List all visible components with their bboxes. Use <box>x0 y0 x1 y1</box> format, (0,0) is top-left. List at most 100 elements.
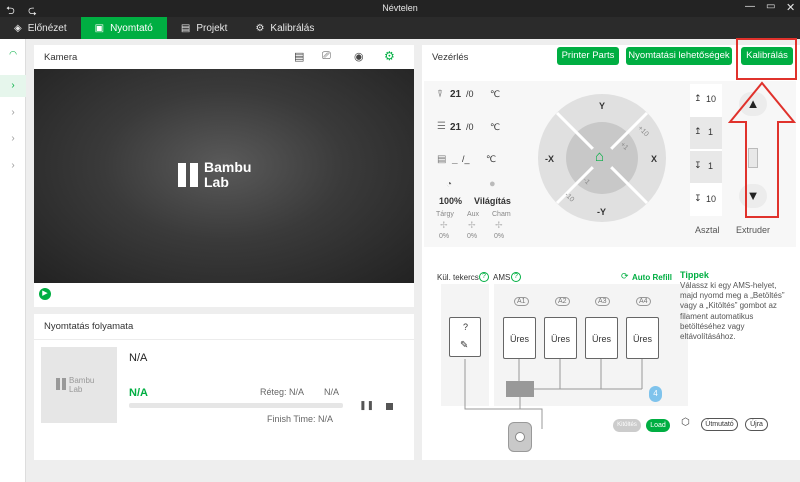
toolhead-icon <box>508 422 532 452</box>
nozzle-target: /0 <box>466 89 474 99</box>
camera-view: Bambu Lab <box>34 69 414 283</box>
nozzle-unit: ℃ <box>490 89 501 99</box>
device-sidebar: ◠ › › › › <box>0 39 26 482</box>
layers-icon: ◈ <box>14 22 22 34</box>
slot-a2-tag: A2 <box>555 297 570 306</box>
z-up-1-button[interactable]: ↥ 1 <box>690 117 722 149</box>
ams-help-icon[interactable]: ? <box>511 272 521 282</box>
external-spool-help-icon[interactable]: ? <box>479 272 489 282</box>
layer-label: Réteg: N/A <box>260 387 305 397</box>
ams-slot-a3[interactable]: Üres <box>585 317 618 359</box>
control-panel: Vezérlés Printer Parts Nyomtatási lehető… <box>422 38 800 460</box>
thumbnail-logo-icon <box>56 378 66 390</box>
ams-slot-a4[interactable]: Üres <box>626 317 659 359</box>
close-button[interactable]: ✕ <box>786 1 795 14</box>
job-status: N/A <box>129 387 148 399</box>
extruder-label: Extruder <box>736 225 771 235</box>
external-spool-slot[interactable]: ? ✎ <box>449 317 481 357</box>
tips-text: Válassz ki egy AMS-helyet, majd nyomd me… <box>680 281 785 342</box>
highlight-arrow <box>727 81 797 218</box>
print-options-button[interactable]: Nyomtatási lehetőségek <box>626 47 732 65</box>
sidebar-item-device-3[interactable]: › <box>0 128 26 150</box>
fan-aux-value: 0% <box>467 233 478 240</box>
fan-chamber-label: Cham <box>492 211 511 218</box>
home-icon[interactable]: ⌂ <box>595 148 604 165</box>
light-icon[interactable]: ● <box>489 178 496 190</box>
auto-refill-button[interactable]: Auto Refill <box>632 273 672 282</box>
ams-slot-a2[interactable]: Üres <box>544 317 577 359</box>
z-up-1-label: 1 <box>708 127 714 137</box>
camera-header: Kamera ▤ ⎚ ◉ ⚙ <box>34 45 414 71</box>
bed-unit: ℃ <box>490 122 501 132</box>
guide-button[interactable]: Útmutató <box>701 418 738 431</box>
fan-part-icon[interactable]: ✢ <box>440 220 448 231</box>
fan-aux-icon[interactable]: ✢ <box>468 220 476 231</box>
fan-part-value: 0% <box>439 233 450 240</box>
z-down-1-button[interactable]: ↧ 1 <box>690 151 722 183</box>
slot-label: Üres <box>632 334 652 344</box>
tips-title: Tippek <box>680 270 709 280</box>
tab-project[interactable]: ▤ Projekt <box>167 17 242 39</box>
camera-settings-icon[interactable]: ⚙ <box>384 49 395 63</box>
arrow-down-icon: ↧ <box>694 193 702 203</box>
play-button[interactable]: ▶ <box>39 288 51 300</box>
chamber-icon: ▤ <box>437 154 447 165</box>
z-down-10-button[interactable]: ↧ 10 <box>690 184 722 216</box>
title-bar: ⮌ ⮎ Névtelen — ▭ ✕ <box>0 0 800 17</box>
layer-value: N/A <box>324 387 340 397</box>
bambu-logo-icon <box>178 163 198 187</box>
ams-slot-a1[interactable]: Üres <box>503 317 536 359</box>
sidebar-item-device-1[interactable]: › <box>0 75 26 97</box>
bed-temp: 21 <box>450 122 462 133</box>
printer-parts-button[interactable]: Printer Parts <box>557 47 619 65</box>
light-label: Világítás <box>474 196 511 206</box>
camera-title: Kamera <box>44 52 78 63</box>
z-up-10-label: 10 <box>706 94 717 104</box>
minimize-button[interactable]: — <box>745 1 755 12</box>
sd-card-icon[interactable]: ▤ <box>294 50 304 63</box>
gear-icon: ⚙ <box>255 22 265 34</box>
jog-y-minus[interactable]: -Y <box>597 207 606 217</box>
control-title: Vezérlés <box>432 52 469 63</box>
thumbnail-logo-line1: Bambu <box>69 376 95 385</box>
unload-button[interactable]: Kitöltés <box>613 419 641 432</box>
retry-button[interactable]: Újra <box>745 418 768 431</box>
stop-button[interactable] <box>386 403 393 410</box>
pen-icon[interactable]: ✎ <box>460 340 468 351</box>
jog-x-plus[interactable]: X <box>651 154 657 164</box>
tab-bar: ◈ Előnézet ▣ Nyomtató ▤ Projekt ⚙ Kalibrálás <box>0 17 800 39</box>
window-title: Névtelen <box>382 3 418 13</box>
bed-axis-label: Asztal <box>695 225 720 235</box>
z-axis-column: ↥ 10 ↥ 1 ↧ 1 ↧ 10 <box>690 84 722 216</box>
sidebar-item-device-2[interactable]: › <box>0 102 26 124</box>
jog-x-minus[interactable]: -X <box>545 154 554 164</box>
load-button[interactable]: Load <box>646 419 670 432</box>
pause-button[interactable]: ❚❚ <box>359 400 374 411</box>
chamber-temp: _ <box>452 154 458 165</box>
jog-y-plus[interactable]: Y <box>599 101 605 111</box>
progress-bar <box>129 403 343 408</box>
fan-chamber-value: 0% <box>494 233 505 240</box>
video-icon[interactable]: ⎚ <box>322 50 331 63</box>
bed-target: /0 <box>466 122 474 132</box>
speed-icon[interactable]: ◔ <box>446 179 452 190</box>
z-up-10-button[interactable]: ↥ 10 <box>690 84 722 116</box>
maximize-button[interactable]: ▭ <box>766 1 775 12</box>
webcam-icon[interactable]: ◉ <box>354 50 364 63</box>
arrow-up-icon: ↥ <box>694 126 702 136</box>
arrow-down-icon: ↧ <box>694 160 702 170</box>
finish-time: Finish Time: N/A <box>267 414 334 424</box>
tab-label: Előnézet <box>27 22 67 34</box>
chamber-unit: ℃ <box>486 154 497 164</box>
fan-chamber-icon[interactable]: ✢ <box>495 220 503 231</box>
slot-a4-tag: A4 <box>636 297 651 306</box>
thumbnail-logo-line2: Lab <box>69 385 83 394</box>
humidity-drop-icon[interactable]: 4 <box>649 386 662 402</box>
tab-calibration[interactable]: ⚙ Kalibrálás <box>241 17 328 39</box>
auto-refill-icon[interactable]: ⟳ <box>621 271 629 282</box>
tab-printer[interactable]: ▣ Nyomtató <box>80 17 167 39</box>
sidebar-item-device-4[interactable]: › <box>0 155 26 177</box>
progress-title: Nyomtatás folyamata <box>44 321 134 332</box>
settings-icon[interactable]: ⬡ <box>681 417 690 428</box>
tab-preview[interactable]: ◈ Előnézet <box>0 17 81 39</box>
